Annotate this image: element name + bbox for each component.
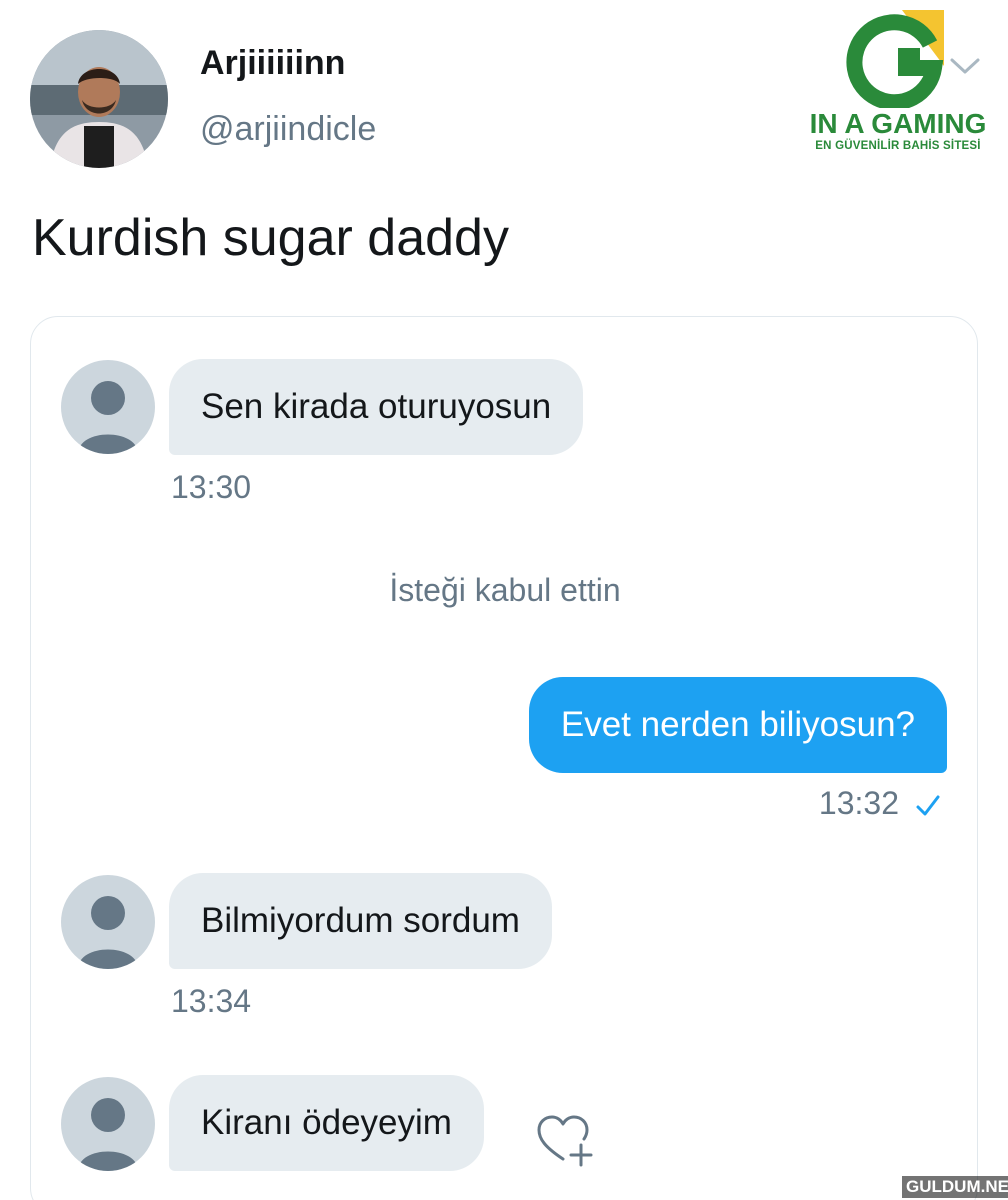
heart-add-icon[interactable] — [535, 1113, 597, 1171]
check-icon — [916, 795, 940, 816]
display-name[interactable]: Arjiiiiiinn — [200, 44, 345, 83]
message-bubble-incoming[interactable]: Kiranı ödeyeyim — [169, 1075, 484, 1171]
default-avatar-icon — [61, 1077, 155, 1171]
chevron-down-icon[interactable] — [948, 54, 982, 78]
tweet-screenshot: Arjiiiiiinn @arjiindicle Kurdish sugar d… — [0, 0, 1008, 1200]
message-bubble-incoming[interactable]: Bilmiyordum sordum — [169, 873, 552, 969]
tweet-text: Kurdish sugar daddy — [32, 209, 509, 267]
user-handle[interactable]: @arjiindicle — [200, 110, 376, 149]
default-avatar-icon — [61, 875, 155, 969]
watermark-tagline: EN GÜVENİLİR BAHİS SİTESİ — [815, 140, 981, 152]
system-message: İsteği kabul ettin — [389, 572, 621, 608]
default-avatar-icon — [61, 360, 155, 454]
message-bubble-outgoing[interactable]: Evet nerden biliyosun? — [528, 677, 947, 773]
message-timestamp: 13:30 — [171, 469, 252, 505]
watermark-logo — [846, 10, 944, 108]
message-timestamp: 13:32 — [818, 785, 899, 821]
dm-screenshot-card[interactable]: Sen kirada oturuyosun 13:30 İsteği kabul… — [30, 316, 978, 1200]
message-timestamp: 13:34 — [171, 983, 252, 1019]
site-watermark: GULDUM.NET — [902, 1176, 1008, 1198]
profile-avatar[interactable] — [30, 30, 168, 168]
message-bubble-incoming[interactable]: Sen kirada oturuyosun — [169, 359, 584, 455]
watermark-brand: IN A GAMING — [809, 108, 987, 139]
profile-photo — [30, 30, 168, 168]
